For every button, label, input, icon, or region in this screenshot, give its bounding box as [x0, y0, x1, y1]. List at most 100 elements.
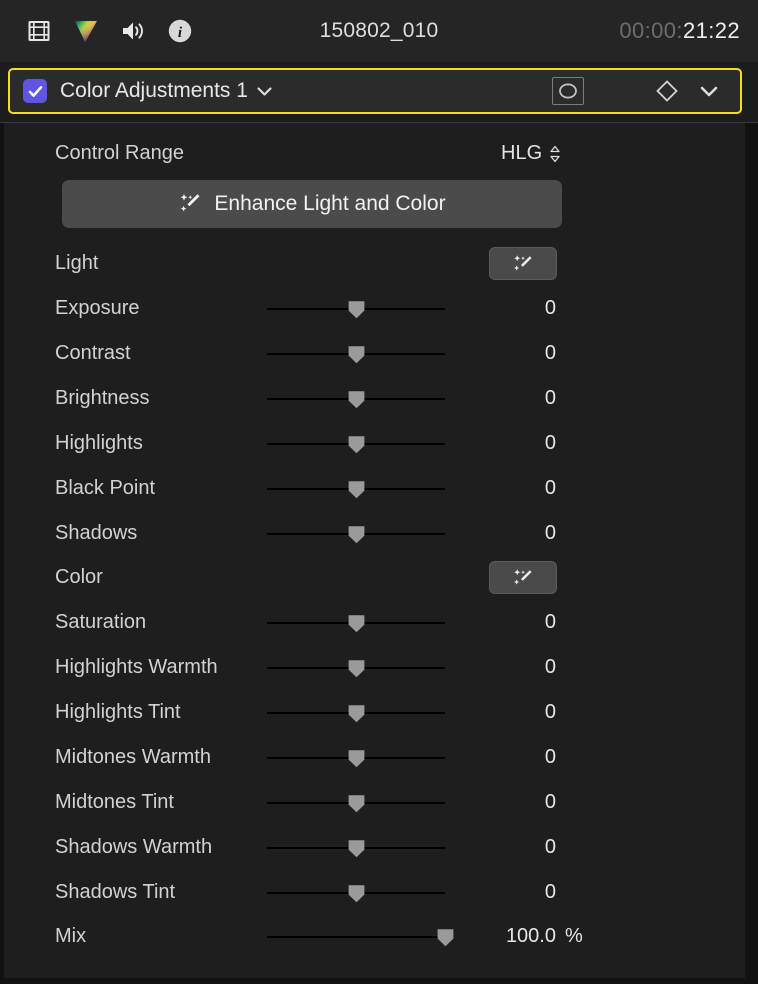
slider-highlights-tint[interactable] [267, 699, 445, 727]
parameter-unit-mix: % [565, 925, 583, 947]
parameter-row-black-point: Black Point 0 [4, 466, 745, 511]
parameter-value-highlights-warmth[interactable]: 0 [494, 656, 556, 679]
slider-knob[interactable] [347, 749, 366, 768]
slider-knob[interactable] [347, 525, 366, 544]
magic-wand-icon [509, 567, 537, 589]
slider-knob[interactable] [347, 345, 366, 364]
auto-light-wand-button[interactable] [489, 247, 557, 280]
group-row-light: Light [4, 241, 745, 286]
parameter-row-mix: Mix 100.0% [4, 914, 745, 959]
slider-knob[interactable] [347, 300, 366, 319]
parameter-row-brightness: Brightness 0 [4, 376, 745, 421]
parameter-label-mix: Mix [55, 925, 87, 947]
parameter-row-shadows-tint: Shadows Tint 0 [4, 870, 745, 915]
slider-shadows-tint[interactable] [267, 879, 445, 907]
parameter-row-midtones-tint: Midtones Tint 0 [4, 780, 745, 825]
slider-knob[interactable] [347, 884, 366, 903]
slider-midtones-warmth[interactable] [267, 744, 445, 772]
parameter-label-saturation: Saturation [55, 611, 147, 633]
slider-shadows-warmth[interactable] [267, 834, 445, 862]
parameter-value-shadows[interactable]: 0 [494, 522, 556, 545]
magic-wand-icon [178, 191, 204, 217]
parameter-row-shadows-warmth: Shadows Warmth 0 [4, 825, 745, 870]
parameter-label-midtones-tint: Midtones Tint [55, 791, 174, 813]
slider-shadows[interactable] [267, 520, 445, 548]
checkmark-icon [28, 85, 42, 97]
parameter-row-highlights-warmth: Highlights Warmth 0 [4, 645, 745, 690]
auto-color-wand-button[interactable] [489, 561, 557, 594]
parameter-value-highlights-tint[interactable]: 0 [494, 701, 556, 724]
shape-mask-icon[interactable] [552, 77, 584, 105]
parameter-label-black-point: Black Point [55, 477, 156, 499]
parameter-value-highlights[interactable]: 0 [494, 432, 556, 455]
parameter-row-highlights: Highlights 0 [4, 421, 745, 466]
slider-knob[interactable] [347, 390, 366, 409]
parameter-label-brightness: Brightness [55, 387, 150, 409]
effect-disclosure-chevron-down-icon[interactable] [690, 84, 728, 98]
enhance-light-and-color-button[interactable]: Enhance Light and Color [62, 180, 562, 228]
parameter-row-saturation: Saturation 0 [4, 600, 745, 645]
effect-title: Color Adjustments 1 [60, 79, 248, 102]
slider-mix[interactable] [267, 923, 454, 951]
parameter-value-saturation[interactable]: 0 [494, 611, 556, 634]
slider-exposure[interactable] [267, 295, 445, 323]
inspector-tab-icons: i [24, 16, 195, 46]
up-down-chevron-icon [549, 144, 561, 164]
parameter-value-brightness[interactable]: 0 [494, 387, 556, 410]
parameter-label-exposure: Exposure [55, 297, 140, 319]
parameter-value-shadows-tint[interactable]: 0 [494, 881, 556, 904]
slider-highlights[interactable] [267, 430, 445, 458]
parameter-label-shadows: Shadows [55, 522, 138, 544]
slider-knob[interactable] [347, 839, 366, 858]
speaker-icon[interactable] [118, 16, 148, 46]
parameter-row-exposure: Exposure 0 [4, 286, 745, 331]
timecode-leading: 00:00: [619, 18, 683, 43]
slider-knob[interactable] [347, 614, 366, 633]
slider-midtones-tint[interactable] [267, 789, 445, 817]
effect-header-color-adjustments[interactable]: Color Adjustments 1 [8, 68, 742, 114]
color-triangle-icon[interactable] [71, 16, 101, 46]
slider-saturation[interactable] [267, 609, 445, 637]
parameter-value-black-point[interactable]: 0 [494, 477, 556, 500]
parameter-label-highlights-warmth: Highlights Warmth [55, 656, 218, 678]
slider-knob[interactable] [347, 704, 366, 723]
chevron-down-icon[interactable] [256, 85, 273, 97]
parameter-value-shadows-warmth[interactable]: 0 [494, 836, 556, 859]
group-label-light: Light [55, 252, 99, 274]
slider-knob[interactable] [347, 794, 366, 813]
parameter-value-exposure[interactable]: 0 [494, 297, 556, 320]
parameter-value-midtones-tint[interactable]: 0 [494, 791, 556, 814]
parameter-label-highlights-tint: Highlights Tint [55, 701, 181, 723]
parameter-row-contrast: Contrast 0 [4, 331, 745, 376]
parameter-pane: Control Range HLG Enhance Light and Colo… [0, 123, 758, 984]
color-adjustments-inspector: i 150802_010 00:00:21:22 Color Adjustmen… [0, 0, 758, 984]
control-range-popup[interactable]: HLG [501, 142, 561, 165]
slider-knob[interactable] [436, 928, 455, 947]
slider-knob[interactable] [347, 435, 366, 454]
timecode-display[interactable]: 00:00:21:22 [619, 18, 740, 44]
slider-knob[interactable] [347, 480, 366, 499]
parameter-value-mix[interactable]: 100.0 [494, 925, 556, 948]
parameter-label-midtones-warmth: Midtones Warmth [55, 746, 211, 768]
effect-enable-checkbox[interactable] [23, 79, 47, 103]
keyframe-diamond-icon[interactable] [644, 79, 690, 103]
parameter-value-midtones-warmth[interactable]: 0 [494, 746, 556, 769]
enhance-button-label: Enhance Light and Color [214, 192, 446, 215]
magic-wand-icon [509, 253, 537, 275]
slider-black-point[interactable] [267, 475, 445, 503]
inspector-topbar: i 150802_010 00:00:21:22 [0, 0, 758, 62]
parameter-label-shadows-warmth: Shadows Warmth [55, 836, 213, 858]
slider-highlights-warmth[interactable] [267, 654, 445, 682]
slider-track [267, 935, 445, 938]
parameter-label-highlights: Highlights [55, 432, 143, 454]
parameter-row-midtones-warmth: Midtones Warmth 0 [4, 735, 745, 780]
timecode-active: 21:22 [682, 18, 740, 43]
slider-brightness[interactable] [267, 385, 445, 413]
info-icon[interactable]: i [165, 16, 195, 46]
slider-knob[interactable] [347, 659, 366, 678]
parameter-label-shadows-tint: Shadows Tint [55, 881, 176, 903]
parameter-value-contrast[interactable]: 0 [494, 342, 556, 365]
group-label-color: Color [55, 566, 103, 588]
film-strip-icon[interactable] [24, 16, 54, 46]
slider-contrast[interactable] [267, 340, 445, 368]
